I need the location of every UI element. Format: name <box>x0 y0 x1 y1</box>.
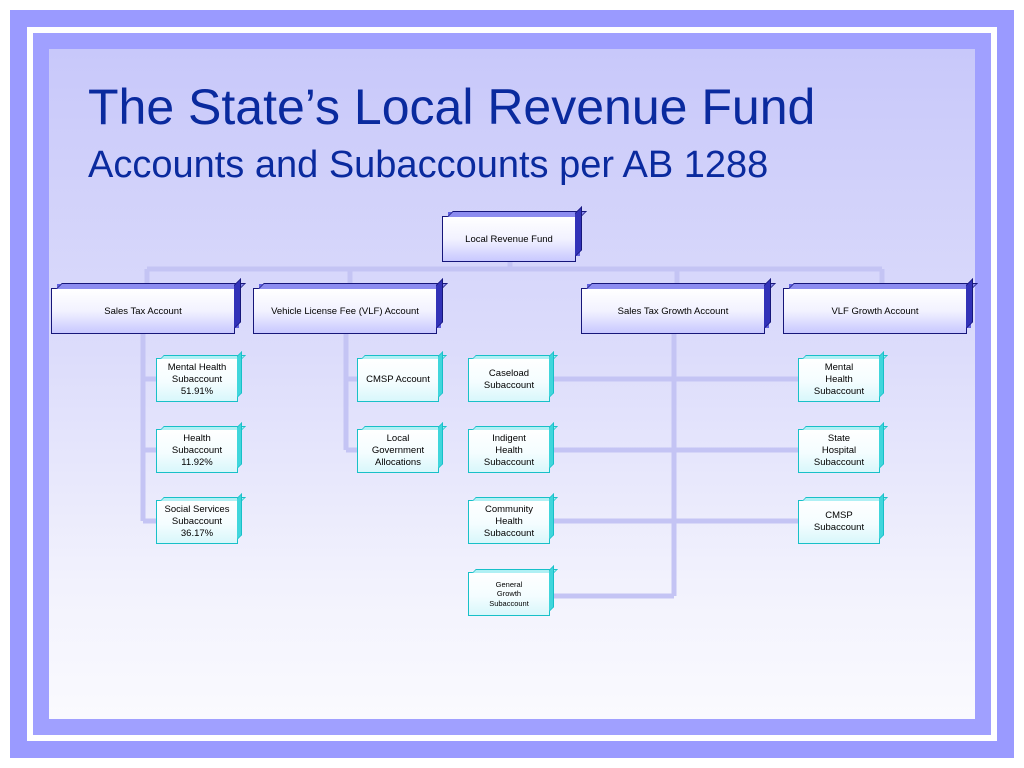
general-growth-subaccount-node: General Growth Subaccount <box>468 572 550 616</box>
indigent-health-subaccount-node: Indigent Health Subaccount <box>468 429 550 473</box>
mental-health-subaccount-node: Mental Health Subaccount 51.91% <box>156 358 238 402</box>
community-health-subaccount-node: Community Health Subaccount <box>468 500 550 544</box>
sales-tax-account-node: Sales Tax Account <box>51 288 235 334</box>
vlf-growth-account-node: VLF Growth Account <box>783 288 967 334</box>
vlf-cmsp-subaccount-node: CMSP Subaccount <box>798 500 880 544</box>
vlf-account-node: Vehicle License Fee (VLF) Account <box>253 288 437 334</box>
vlf-mental-health-subaccount-node: Mental Health Subaccount <box>798 358 880 402</box>
local-revenue-fund-node: Local Revenue Fund <box>442 216 576 262</box>
sales-tax-growth-account-node: Sales Tax Growth Account <box>581 288 765 334</box>
caseload-subaccount-node: Caseload Subaccount <box>468 358 550 402</box>
social-services-subaccount-node: Social Services Subaccount 36.17% <box>156 500 238 544</box>
state-hospital-subaccount-node: State Hospital Subaccount <box>798 429 880 473</box>
cmsp-account-node: CMSP Account <box>357 358 439 402</box>
health-subaccount-node: Health Subaccount 11.92% <box>156 429 238 473</box>
local-government-allocations-node: Local Government Allocations <box>357 429 439 473</box>
